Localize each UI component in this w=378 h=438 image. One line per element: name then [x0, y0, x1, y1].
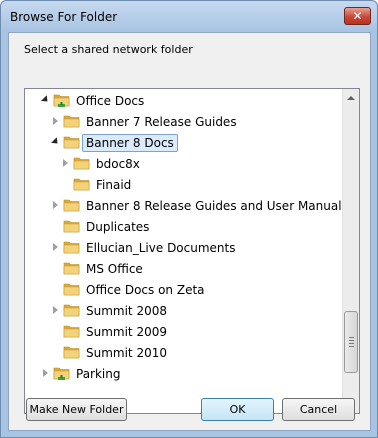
tree-item[interactable]: Banner 8 Docs: [25, 132, 343, 153]
tree-item[interactable]: Ellucian_Live Documents: [25, 237, 343, 258]
tree-item[interactable]: Duplicates: [25, 216, 343, 237]
tree-item-label: MS Office: [86, 262, 143, 276]
make-new-folder-button[interactable]: Make New Folder: [26, 398, 127, 421]
tree-item-label: Banner 7 Release Guides: [86, 115, 237, 129]
title-bar[interactable]: Browse For Folder ✕: [1, 1, 377, 31]
browse-for-folder-dialog: Browse For Folder ✕ Select a shared netw…: [0, 0, 378, 438]
tree-item[interactable]: Summit 2009: [25, 321, 343, 342]
network-folder-icon: [53, 366, 70, 380]
grip-line-icon: [349, 337, 354, 338]
tree-item-label: Duplicates: [86, 220, 150, 234]
tree-item[interactable]: Finaid: [25, 174, 343, 195]
folder-icon: [63, 324, 80, 338]
tree-item[interactable]: bdoc8x: [25, 153, 343, 174]
grip-line-icon: [349, 346, 354, 347]
tree-item-label: Banner 8 Docs: [82, 134, 178, 152]
window-title: Browse For Folder: [10, 10, 118, 24]
ok-button[interactable]: OK: [201, 398, 274, 421]
cancel-label: Cancel: [299, 403, 338, 416]
instruction-text: Select a shared network folder: [24, 43, 193, 56]
tree-item[interactable]: Summit 2010: [25, 342, 343, 363]
tree-item[interactable]: Banner 7 Release Guides: [25, 111, 343, 132]
folder-icon: [63, 345, 80, 359]
tree-item[interactable]: Office Docs: [25, 90, 343, 111]
tree-content: Office Docs Banner 7 Release Guides Bann…: [25, 89, 348, 413]
expand-arrow-right-icon[interactable]: [50, 242, 60, 252]
tree-item[interactable]: Office Docs on Zeta: [25, 279, 343, 300]
close-button[interactable]: ✕: [344, 7, 371, 25]
folder-icon: [63, 261, 80, 275]
ok-label: OK: [229, 403, 246, 416]
expand-arrow-right-icon[interactable]: [60, 158, 70, 168]
tree-item-label: Summit 2009: [86, 325, 167, 339]
folder-icon: [73, 156, 90, 170]
tree-item[interactable]: Banner 8 Release Guides and User Manuals: [25, 195, 348, 216]
scroll-up-button[interactable]: [343, 89, 359, 106]
vertical-scrollbar[interactable]: [342, 89, 359, 413]
arrow-up-icon: [347, 95, 355, 100]
tree-item-label: Banner 8 Release Guides and User Manuals: [86, 199, 348, 213]
folder-icon: [73, 177, 90, 191]
cancel-button[interactable]: Cancel: [282, 398, 355, 421]
tree-item-label: Office Docs: [76, 94, 145, 108]
tree-item-label: Summit 2008: [86, 304, 167, 318]
grip-line-icon: [349, 343, 354, 344]
tree-item-label: Office Docs on Zeta: [86, 283, 205, 297]
close-icon: ✕: [352, 9, 363, 23]
expand-arrow-right-icon[interactable]: [40, 368, 50, 378]
grip-line-icon: [349, 340, 354, 341]
tree-item[interactable]: MS Office: [25, 258, 343, 279]
folder-icon: [63, 198, 80, 212]
make-new-folder-label: Make New Folder: [29, 403, 124, 416]
tree-item-label: bdoc8x: [96, 157, 140, 171]
folder-icon: [63, 303, 80, 317]
expand-arrow-right-icon[interactable]: [50, 116, 60, 126]
folder-icon: [63, 135, 80, 149]
folder-icon: [63, 240, 80, 254]
tree-item-label: Ellucian_Live Documents: [86, 241, 236, 255]
tree-item-label: Parking: [76, 367, 121, 381]
dialog-client-area: Select a shared network folder Office Do…: [8, 32, 371, 431]
scroll-thumb[interactable]: [344, 311, 358, 373]
tree-item-label: Finaid: [96, 178, 132, 192]
folder-tree-view[interactable]: Office Docs Banner 7 Release Guides Bann…: [24, 88, 360, 414]
expand-arrow-down-icon[interactable]: [40, 94, 51, 105]
tree-item[interactable]: Summit 2008: [25, 300, 343, 321]
expand-arrow-right-icon[interactable]: [50, 200, 60, 210]
folder-icon: [63, 282, 80, 296]
folder-icon: [63, 219, 80, 233]
expand-arrow-right-icon[interactable]: [50, 305, 60, 315]
expand-arrow-down-icon[interactable]: [50, 136, 61, 147]
folder-icon: [63, 114, 80, 128]
tree-item-label: Summit 2010: [86, 346, 167, 360]
tree-item[interactable]: Parking: [25, 363, 343, 384]
network-folder-icon: [53, 93, 70, 107]
